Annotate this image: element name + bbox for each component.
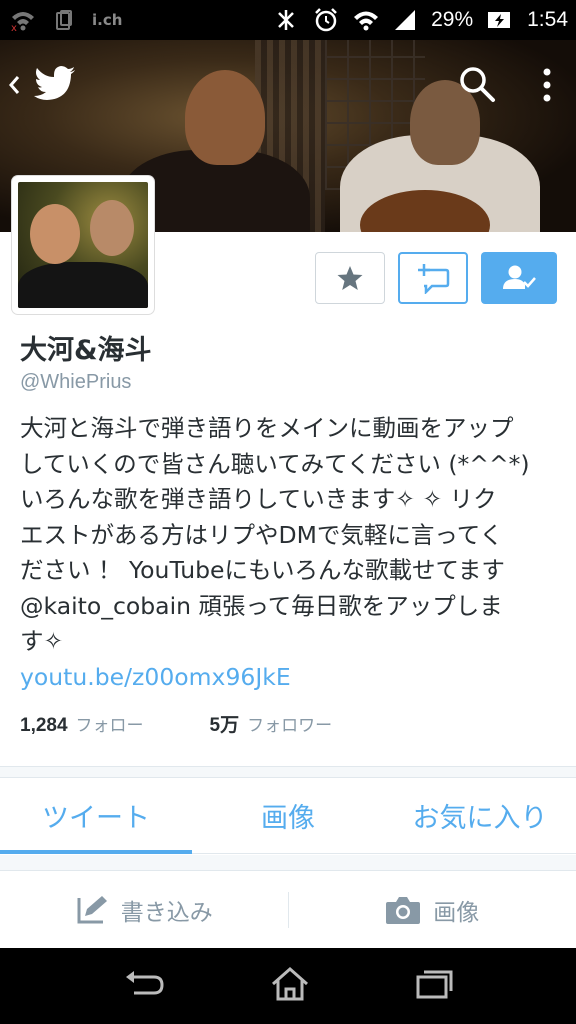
followers-count[interactable]: 5万 xyxy=(210,710,240,737)
more-vertical-icon xyxy=(543,68,551,102)
signal-icon xyxy=(56,10,72,30)
search-icon xyxy=(460,67,495,102)
twitter-bird-icon xyxy=(34,66,75,100)
status-bar-right: 29% 1:54 xyxy=(273,0,568,40)
compose-write-button[interactable]: 書き込み xyxy=(0,893,288,927)
pencil-icon xyxy=(77,896,107,924)
section-divider xyxy=(0,766,576,778)
bluetooth-off-icon xyxy=(278,10,294,30)
following-label[interactable]: フォロー xyxy=(76,711,144,736)
bio-line: す✧ xyxy=(20,627,64,655)
system-navigation-bar xyxy=(0,948,576,1024)
bio-line: していくので皆さん聴いてみてください (*^^*) xyxy=(20,449,530,478)
profile-link[interactable]: youtu.be/z00omx96JkE xyxy=(20,660,566,696)
favorite-button[interactable] xyxy=(315,252,385,304)
more-options-button[interactable] xyxy=(532,64,562,106)
clock: 1:54 xyxy=(527,8,568,31)
system-back-button[interactable] xyxy=(122,967,166,1005)
reply-button[interactable] xyxy=(398,252,468,304)
profile-bio: 大河と海斗で弾き語りをメインに動画をアップ していくので皆さん聴いてみてください… xyxy=(20,411,566,695)
following-check-icon xyxy=(503,265,536,289)
back-button[interactable] xyxy=(6,72,26,98)
bio-line: エストがある方はリプやDMで気軽に言ってく xyxy=(20,520,503,549)
battery-charging-icon xyxy=(488,12,511,28)
system-recents-icon xyxy=(416,970,453,999)
system-recents-button[interactable] xyxy=(414,967,454,1005)
profile-name: 大河&海斗 xyxy=(20,335,152,366)
profile-tabs: ツイート 画像 お気に入り xyxy=(0,778,576,854)
profile-stats: 1,284 フォロー 5万 フォロワー xyxy=(20,710,332,737)
avatar-image xyxy=(18,182,148,308)
compose-image-label: 画像 xyxy=(433,900,480,926)
profile-handle: @WhiePrius xyxy=(20,371,132,393)
wifi-off-icon: x xyxy=(11,12,34,31)
bio-line: いろんな歌を弾き語りしていきます✧ ✧ リク xyxy=(20,485,497,513)
cell-signal-icon xyxy=(395,10,416,30)
status-bar: x i.ch 29% 1:54 xyxy=(0,0,576,40)
avatar-image-face-left xyxy=(30,204,80,264)
compose-bar: 書き込み 画像 xyxy=(0,872,576,948)
reply-icon xyxy=(418,264,450,294)
following-button[interactable] xyxy=(481,252,557,304)
search-button[interactable] xyxy=(457,64,497,104)
battery-percent: 29% xyxy=(431,8,474,31)
star-icon xyxy=(337,266,363,290)
bio-line: @kaito_cobain 頑張って毎日歌をアップしま xyxy=(20,591,503,620)
bio-line: 大河と海斗で弾き語りをメインに動画をアップ xyxy=(20,414,514,442)
tab-tweets[interactable]: ツイート xyxy=(0,778,192,854)
system-back-icon xyxy=(126,971,164,995)
avatar-image-face-right xyxy=(90,200,134,256)
wifi-icon xyxy=(354,11,379,31)
carrier-label: i.ch xyxy=(92,11,123,29)
svg-text:x: x xyxy=(11,23,17,31)
avatar-image-body xyxy=(18,262,148,308)
tab-favorites[interactable]: お気に入り xyxy=(384,778,576,853)
system-home-button[interactable] xyxy=(270,966,310,1006)
bio-line: ださい ！ YouTubeにもいろんな歌載せてます xyxy=(20,556,505,584)
twitter-logo-button[interactable] xyxy=(34,66,76,100)
following-count[interactable]: 1,284 xyxy=(20,715,68,737)
camera-icon xyxy=(386,897,421,924)
section-divider xyxy=(0,855,576,871)
compose-write-label: 書き込み xyxy=(120,900,213,926)
profile-avatar[interactable] xyxy=(12,176,154,314)
back-chevron-icon xyxy=(9,76,20,94)
tab-images[interactable]: 画像 xyxy=(192,778,384,853)
banner-person-left-head xyxy=(185,70,265,165)
status-bar-left: x i.ch xyxy=(10,0,122,40)
followers-label[interactable]: フォロワー xyxy=(247,711,332,736)
system-home-icon xyxy=(272,966,308,1001)
compose-image-button[interactable]: 画像 xyxy=(289,893,576,927)
alarm-icon xyxy=(315,8,337,32)
